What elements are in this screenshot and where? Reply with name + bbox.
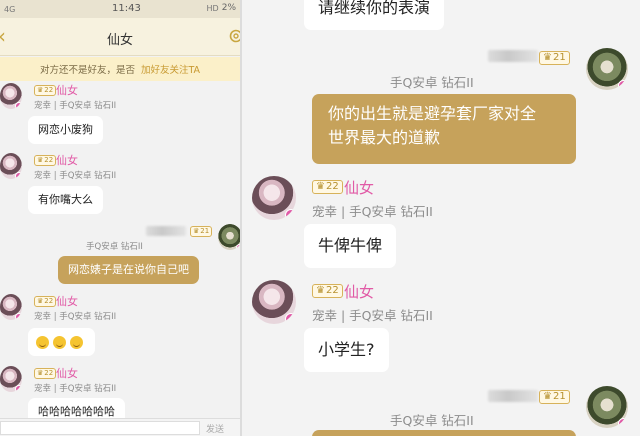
gear-icon[interactable]: [228, 28, 240, 44]
chat-title: 仙女: [106, 33, 133, 48]
level-badge: ♛ 21: [539, 51, 570, 65]
blurred-username: [488, 50, 538, 62]
message-bubble[interactable]: 有你嘴大么: [28, 186, 103, 214]
message-input[interactable]: [0, 421, 200, 435]
send-button[interactable]: 发送: [206, 422, 224, 435]
message-bubble[interactable]: 请继续你的表演: [304, 0, 445, 30]
sender-meta: 宠幸 | 手Q安卓 钻石II: [34, 171, 117, 181]
sender-meta: 宠幸 | 手Q安卓 钻石II: [34, 312, 117, 322]
sender-meta: 宠幸 | 手Q安卓 钻石II: [34, 101, 117, 111]
sender-meta: 宠幸 | 手Q安卓 钻石II: [312, 204, 433, 219]
input-bar: 发送: [0, 418, 240, 436]
sender-name: 仙女: [56, 367, 78, 380]
message-line: 你的出生就是避孕套厂家对全: [328, 104, 537, 123]
level-badge: ♛ 22: [34, 368, 57, 379]
chat-screen-right: 请继续你的表演 ♛ 21 手Q安卓 钻石II 你的出生就是避孕套厂家对全 世界最大…: [242, 0, 640, 436]
grin-emoji-icon: [70, 335, 83, 349]
level-badge: ♛ 21: [539, 390, 570, 404]
banner-text: 对方还不是好友，是否: [39, 65, 135, 76]
level-badge: ♛ 22: [34, 85, 57, 96]
status-bar: 4G 11:43 HD 2%: [0, 0, 240, 18]
chat-screen-left: 4G 11:43 HD 2% ‹ 仙女 对方还不是好友，是否 加好友关注TA ♛…: [0, 0, 240, 436]
avatar[interactable]: [0, 294, 22, 320]
screenshot-collage: 4G 11:43 HD 2% ‹ 仙女 对方还不是好友，是否 加好友关注TA ♛…: [0, 0, 640, 436]
title-bar: ‹ 仙女: [0, 18, 240, 56]
sender-name: 仙女: [56, 295, 78, 308]
blurred-username: [488, 390, 538, 402]
my-avatar[interactable]: [586, 48, 628, 90]
emoji-message-bubble[interactable]: [28, 328, 95, 356]
level-badge: ♛ 22: [34, 155, 57, 166]
level-badge: ♛ 22: [312, 180, 343, 194]
battery-level: 2%: [221, 3, 236, 13]
message-bubble[interactable]: 网恋小废狗: [28, 116, 103, 144]
message-line: 世界最大的道歉: [328, 128, 441, 147]
sender-name: 仙女: [56, 84, 78, 97]
grin-emoji-icon: [53, 335, 66, 349]
sender-name: 仙女: [56, 154, 78, 167]
avatar[interactable]: [0, 153, 22, 179]
avatar[interactable]: [252, 280, 296, 324]
add-friend-link[interactable]: 加好友关注TA: [141, 62, 200, 76]
avatar[interactable]: [252, 176, 296, 220]
level-badge: ♛ 21: [190, 226, 213, 237]
sender-meta: 手Q安卓 钻石II: [86, 242, 143, 252]
sender-meta: 手Q安卓 钻石II: [390, 413, 474, 428]
clock: 11:43: [112, 3, 141, 14]
message-bubble[interactable]: 小学生?: [304, 328, 389, 372]
my-avatar[interactable]: [218, 224, 240, 250]
message-bubble-partial[interactable]: [312, 430, 576, 436]
sender-meta: 宠幸 | 手Q安卓 钻石II: [312, 308, 433, 323]
network-indicator: 4G: [4, 4, 16, 14]
sender-name: 仙女: [344, 179, 375, 197]
sender-meta: 手Q安卓 钻石II: [390, 75, 474, 90]
level-badge: ♛ 22: [34, 296, 57, 307]
message-bubble[interactable]: 你的出生就是避孕套厂家对全 世界最大的道歉: [312, 94, 576, 164]
avatar[interactable]: [0, 83, 22, 109]
blurred-username: [146, 226, 186, 236]
message-bubble[interactable]: 网恋婊子是在说你自己吧: [58, 256, 199, 284]
grin-emoji-icon: [36, 335, 49, 349]
sender-name: 仙女: [344, 283, 375, 301]
avatar[interactable]: [0, 366, 22, 392]
my-avatar[interactable]: [586, 386, 628, 428]
hd-indicator: HD: [206, 3, 219, 13]
message-bubble[interactable]: 牛俾牛俾: [304, 224, 397, 268]
level-badge: ♛ 22: [312, 284, 343, 298]
add-friend-banner: 对方还不是好友，是否 加好友关注TA: [0, 57, 240, 81]
sender-meta: 宠幸 | 手Q安卓 钻石II: [34, 384, 117, 394]
